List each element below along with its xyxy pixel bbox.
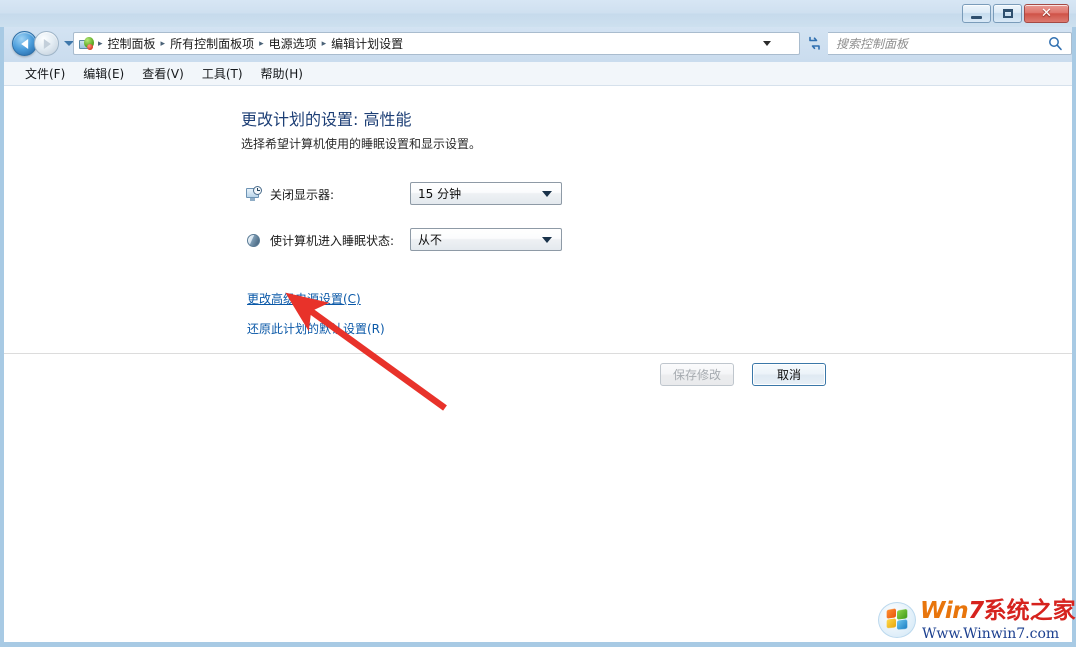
setting-row-sleep: 使计算机进入睡眠状态: xyxy=(246,229,394,251)
maximize-icon xyxy=(1002,9,1013,18)
menu-item-file[interactable]: 文件(F) xyxy=(16,62,74,85)
navigation-buttons xyxy=(12,31,74,56)
breadcrumb-separator: ▸ xyxy=(259,38,264,49)
display-off-icon xyxy=(246,186,262,202)
breadcrumb-separator: ▸ xyxy=(98,38,103,49)
separator-line xyxy=(4,353,1072,354)
menu-item-help[interactable]: 帮助(H) xyxy=(252,62,312,85)
maximize-button[interactable] xyxy=(993,4,1022,23)
arrow-left-icon xyxy=(20,38,28,49)
breadcrumb-separator: ▸ xyxy=(321,38,327,49)
save-changes-button[interactable]: 保存修改 xyxy=(660,363,734,386)
breadcrumb-item-power-options[interactable]: 电源选项 xyxy=(265,35,321,52)
menu-item-edit[interactable]: 编辑(E) xyxy=(74,62,133,85)
control-panel-icon xyxy=(78,36,95,52)
title-bar: ✕ xyxy=(0,0,1076,27)
action-buttons: 保存修改 取消 xyxy=(660,363,826,386)
breadcrumb-separator: ▸ xyxy=(160,38,166,49)
display-off-value: 15 分钟 xyxy=(418,187,462,201)
menu-item-view[interactable]: 查看(V) xyxy=(133,62,193,85)
sleep-dropdown[interactable]: 从不 xyxy=(410,228,562,251)
title-bar-inner: ✕ xyxy=(4,1,1072,27)
menu-item-tools[interactable]: 工具(T) xyxy=(193,62,252,85)
address-bar: ▸ 控制面板 ▸ 所有控制面板项 ▸ 电源选项 ▸ 编辑计划设置 搜索控制面板 xyxy=(4,27,1072,62)
watermark-win: Win xyxy=(920,597,969,624)
cancel-button[interactable]: 取消 xyxy=(752,363,826,386)
forward-button[interactable] xyxy=(34,31,59,56)
watermark: Win7系统之家 Www.Winwin7.com xyxy=(878,598,1076,642)
search-icon xyxy=(1049,37,1062,51)
search-box[interactable]: 搜索控制面板 xyxy=(828,32,1072,55)
watermark-brand: Win7系统之家 xyxy=(920,598,1076,624)
minimize-button[interactable] xyxy=(962,4,991,23)
link-change-advanced-power-settings[interactable]: 更改高级电源设置(C) xyxy=(247,290,361,307)
link-restore-plan-defaults[interactable]: 还原此计划的默认设置(R) xyxy=(247,320,385,337)
setting-label-display-off: 关闭显示器: xyxy=(270,187,335,202)
close-button[interactable]: ✕ xyxy=(1024,4,1069,23)
sleep-value: 从不 xyxy=(418,233,443,247)
breadcrumb-bar[interactable]: ▸ 控制面板 ▸ 所有控制面板项 ▸ 电源选项 ▸ 编辑计划设置 xyxy=(73,32,800,55)
search-input[interactable]: 搜索控制面板 xyxy=(828,35,1048,52)
window-root: ✕ ▸ 控制面板 ▸ 所有控制面板项 ▸ 电源选项 ▸ 编辑计划设置 搜索控制面… xyxy=(0,0,1076,647)
menu-bar: 文件(F) 编辑(E) 查看(V) 工具(T) 帮助(H) xyxy=(4,62,1072,86)
chevron-down-icon xyxy=(542,236,552,243)
minimize-icon xyxy=(971,15,982,19)
windows-logo-icon xyxy=(878,600,918,640)
watermark-url: Www.Winwin7.com xyxy=(922,625,1060,642)
breadcrumb-item-control-panel[interactable]: 控制面板 xyxy=(104,35,160,52)
refresh-icon xyxy=(809,36,820,50)
watermark-chinese: 系统之家 xyxy=(983,597,1076,624)
close-icon: ✕ xyxy=(1041,6,1052,21)
page-subtitle: 选择希望计算机使用的睡眠设置和显示设置。 xyxy=(241,137,482,151)
breadcrumb-item-edit-plan-settings[interactable]: 编辑计划设置 xyxy=(327,35,407,52)
sleep-icon xyxy=(246,232,262,248)
window-controls: ✕ xyxy=(962,4,1069,23)
display-off-dropdown[interactable]: 15 分钟 xyxy=(410,182,562,205)
breadcrumb-item-all-items[interactable]: 所有控制面板项 xyxy=(166,35,258,52)
refresh-button[interactable] xyxy=(804,33,825,54)
chevron-down-icon xyxy=(542,190,552,197)
arrow-right-icon xyxy=(43,38,51,49)
content-area xyxy=(4,86,1072,642)
setting-label-sleep: 使计算机进入睡眠状态: xyxy=(270,233,395,248)
watermark-text: Win7系统之家 Www.Winwin7.com xyxy=(920,598,1076,642)
setting-row-display-off: 关闭显示器: xyxy=(246,183,334,205)
address-dropdown-icon[interactable] xyxy=(763,41,771,46)
watermark-seven: 7 xyxy=(968,597,984,624)
page-title: 更改计划的设置: 高性能 xyxy=(241,110,412,129)
